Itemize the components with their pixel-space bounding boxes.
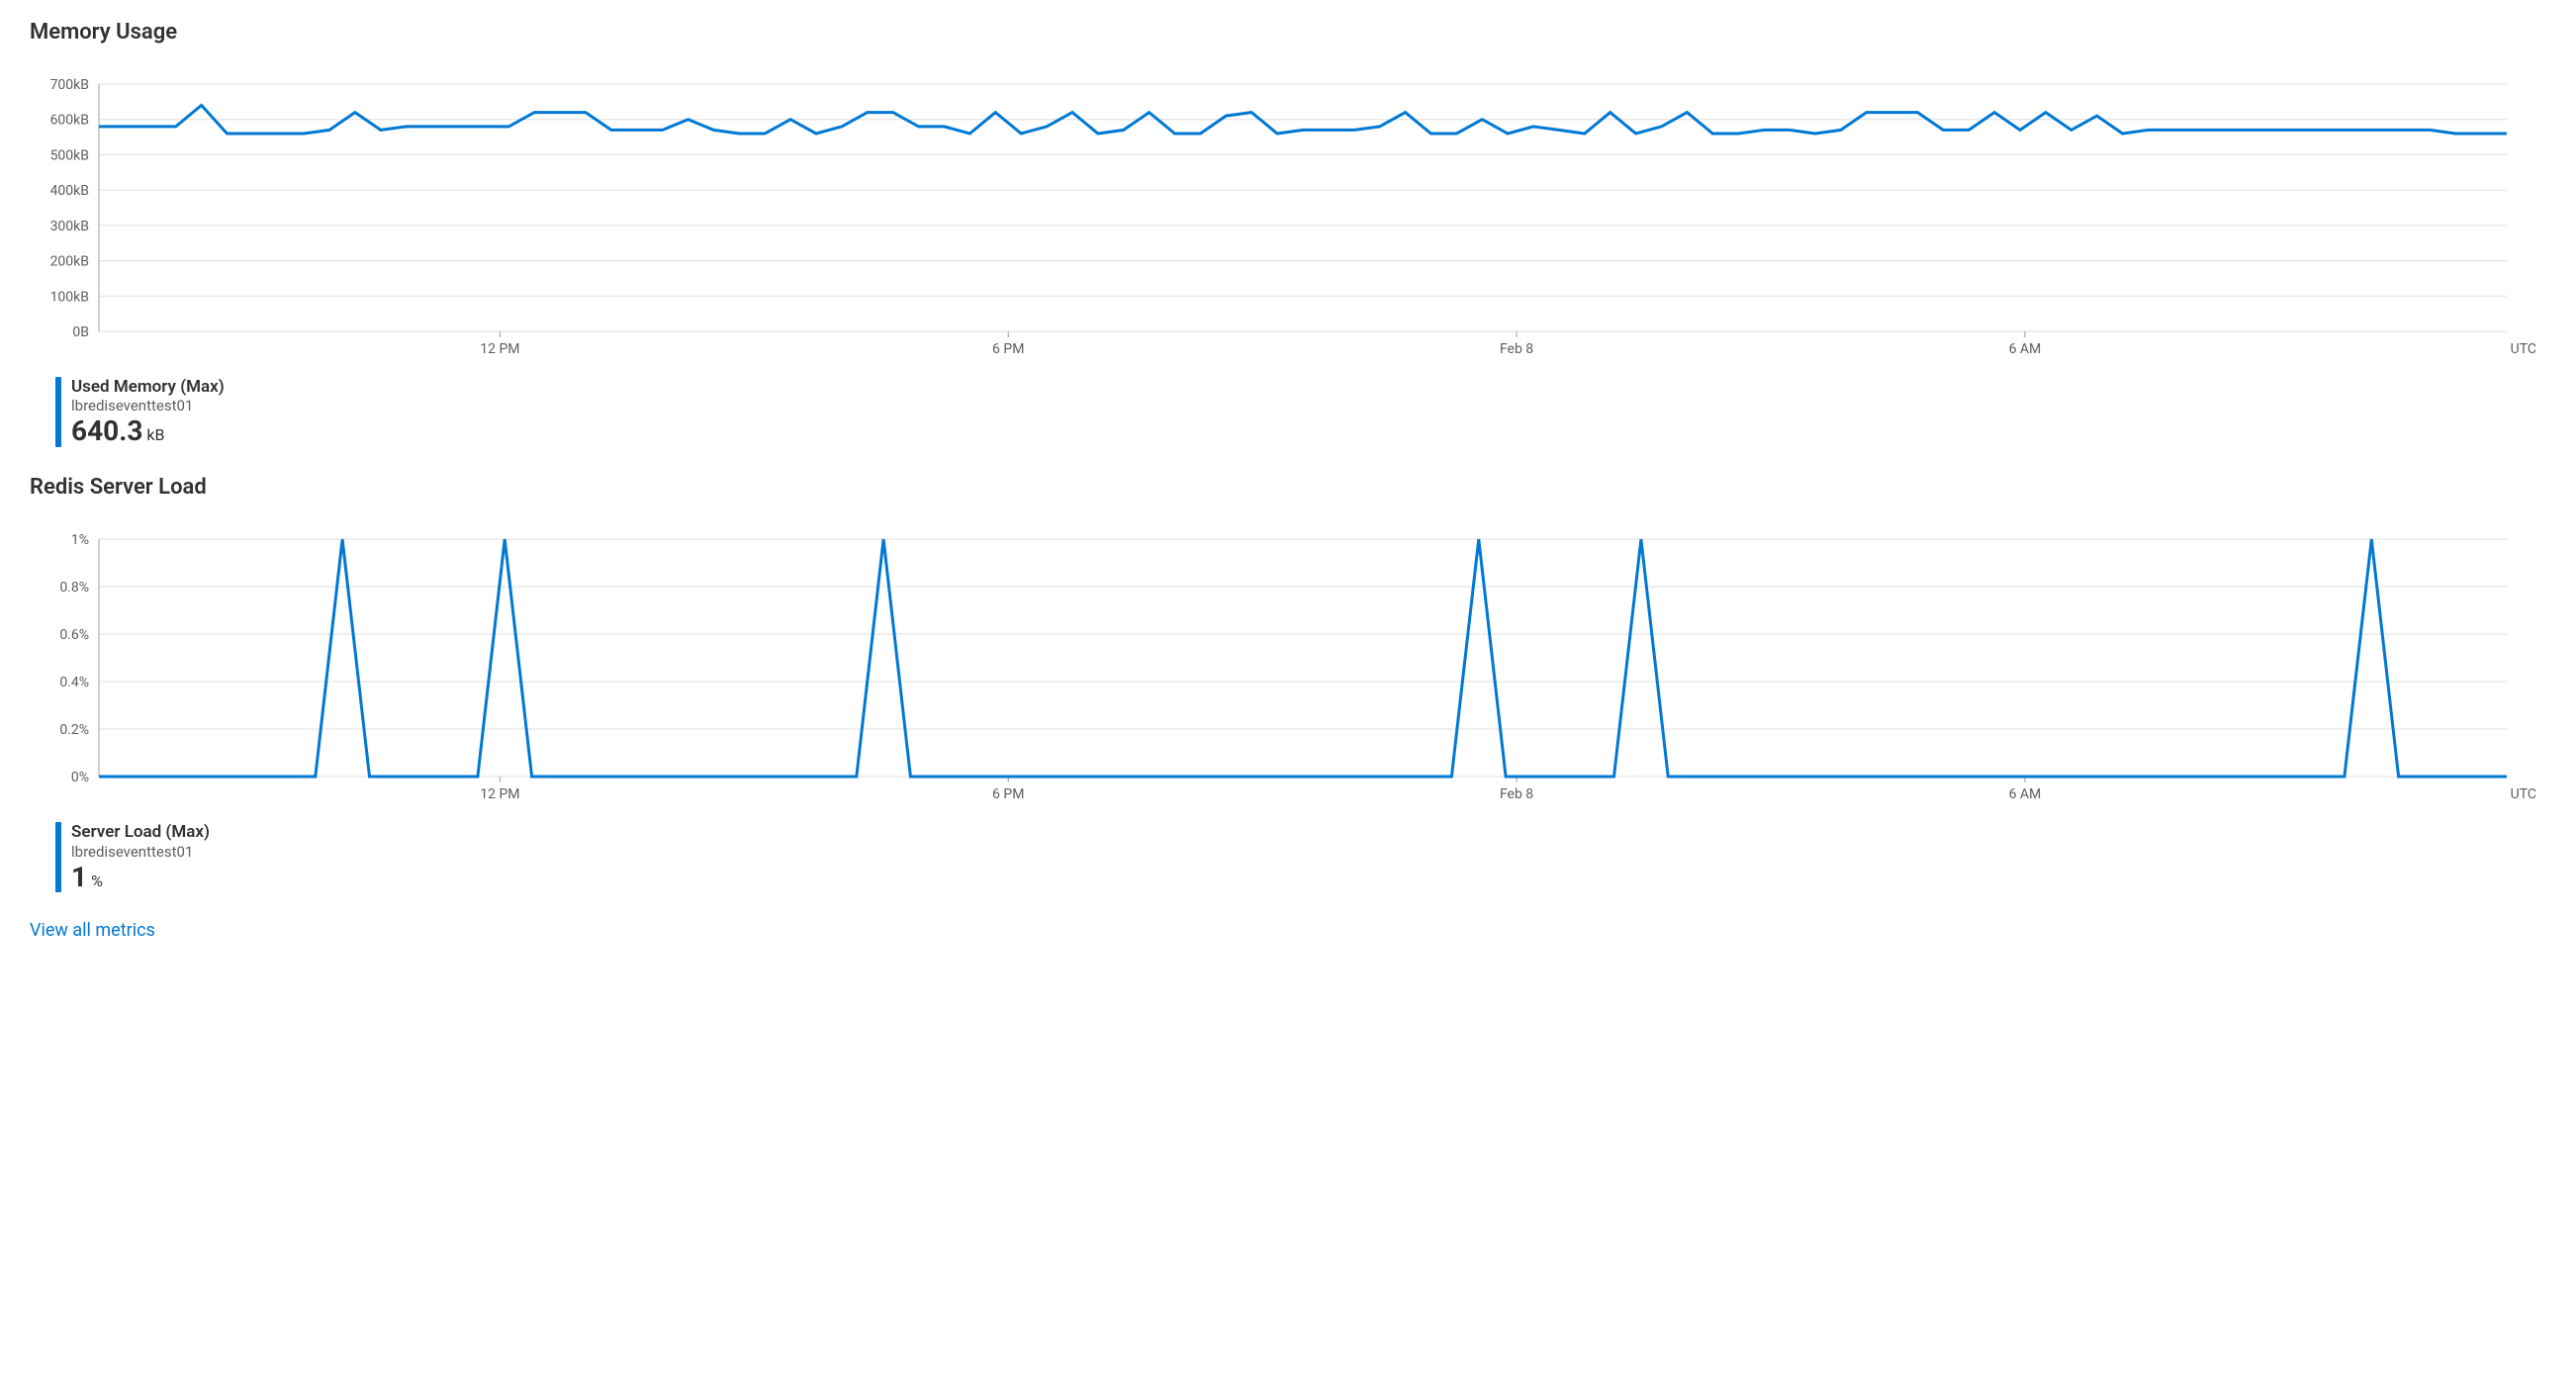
svg-text:300kB: 300kB [50, 219, 89, 234]
svg-text:500kB: 500kB [50, 147, 89, 163]
svg-text:UTC: UTC [2511, 341, 2536, 357]
svg-text:600kB: 600kB [50, 113, 89, 129]
legend-color-bar [55, 822, 61, 892]
svg-text:700kB: 700kB [50, 77, 89, 93]
legend-metric-name: Used Memory (Max) [71, 377, 225, 397]
svg-text:12 PM: 12 PM [480, 786, 519, 802]
legend-value: 640.3kB [71, 416, 225, 447]
svg-text:0.6%: 0.6% [59, 627, 89, 643]
svg-text:0.2%: 0.2% [59, 722, 89, 738]
svg-text:6 AM: 6 AM [2009, 786, 2042, 802]
legend-memory[interactable]: Used Memory (Max) lbrediseventtest01 640… [55, 377, 2546, 447]
svg-text:400kB: 400kB [50, 183, 89, 199]
chart-svg-memory: 0B 100kB 200kB 300kB 400kB 500kB 600kB 700kB 12 … [30, 74, 2546, 361]
chart-svg-load: 0% 0.2% 0.4% 0.6% 0.8% 1% 12 PM 6 PM Feb 8 6 AM UT… [30, 529, 2546, 806]
svg-text:100kB: 100kB [50, 289, 89, 305]
svg-text:6 AM: 6 AM [2009, 341, 2042, 357]
svg-text:0.4%: 0.4% [59, 675, 89, 690]
svg-text:UTC: UTC [2511, 786, 2536, 802]
svg-text:6 PM: 6 PM [992, 786, 1024, 802]
legend-value: 1% [71, 863, 210, 893]
chart-title-load: Redis Server Load [30, 475, 2546, 500]
legend-metric-name: Server Load (Max) [71, 822, 210, 842]
svg-text:Feb 8: Feb 8 [1500, 341, 1533, 357]
svg-text:0.8%: 0.8% [59, 580, 89, 596]
legend-resource-name: lbrediseventtest01 [71, 397, 225, 414]
chart-title-memory: Memory Usage [30, 20, 2546, 45]
view-all-metrics-link[interactable]: View all metrics [30, 920, 155, 941]
svg-text:Feb 8: Feb 8 [1500, 786, 1533, 802]
legend-color-bar [55, 377, 61, 447]
svg-text:1%: 1% [71, 532, 89, 548]
svg-text:0B: 0B [72, 324, 89, 340]
svg-text:6 PM: 6 PM [992, 341, 1024, 357]
legend-load[interactable]: Server Load (Max) lbrediseventtest01 1% [55, 822, 2546, 892]
legend-resource-name: lbrediseventtest01 [71, 843, 210, 861]
svg-text:0%: 0% [71, 770, 89, 785]
svg-text:12 PM: 12 PM [480, 341, 519, 357]
svg-text:200kB: 200kB [50, 254, 89, 270]
chart-load[interactable]: 0% 0.2% 0.4% 0.6% 0.8% 1% 12 PM 6 PM Feb 8 6 AM UT… [30, 529, 2546, 806]
chart-memory[interactable]: 0B 100kB 200kB 300kB 400kB 500kB 600kB 700kB 12 … [30, 74, 2546, 361]
